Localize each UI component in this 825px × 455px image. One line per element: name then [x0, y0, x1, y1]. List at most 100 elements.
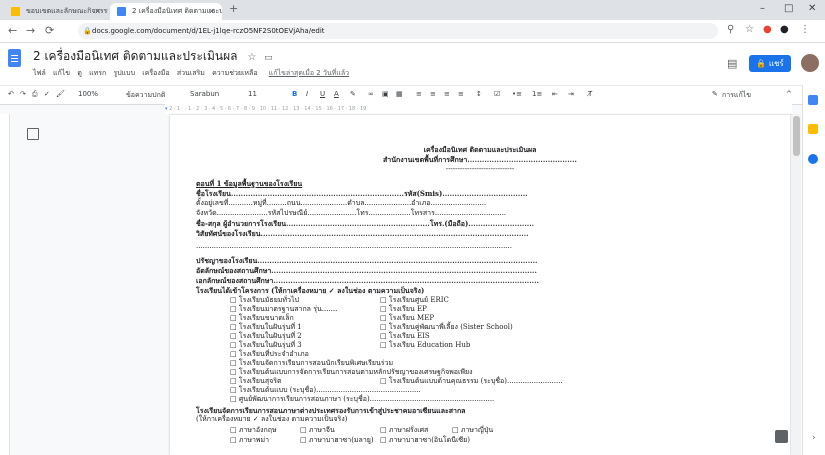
checkbox-item[interactable]: □ โรงเรียน MEP [380, 314, 434, 323]
bulleted-list-icon[interactable]: •≡ [512, 90, 522, 98]
decrease-indent-icon[interactable]: ⇤ [552, 90, 558, 98]
comment-icon[interactable]: ▣ [382, 90, 389, 98]
language-checkbox[interactable]: □ ภาษาจีน [300, 426, 335, 435]
checkbox-item[interactable]: □ ศูนย์พัฒนาการเรียนการสอนภาษา (ระบุชื่อ… [230, 395, 494, 404]
zoom-icon[interactable]: ⚲ [727, 24, 734, 35]
document-page[interactable]: เครื่องมือนิเทศ ติดตามและประเมินผล สำนัก… [170, 115, 790, 455]
browser-tab-2-active[interactable]: 2 เครื่องมือนิเทศ ติดตามและประเมินผล ✕ [110, 3, 222, 20]
indent-marker-icon[interactable]: ▾ [165, 106, 168, 112]
reload-icon[interactable]: ⟳ [45, 24, 54, 37]
document-title[interactable]: 2 เครื่องมือนิเทศ ติดตามและประเมินผล ☆ ▭ [33, 47, 273, 66]
print-icon[interactable]: ⎙ [32, 90, 38, 99]
minimize-button[interactable]: – [760, 3, 765, 14]
font-select[interactable]: Sarabun [190, 90, 219, 98]
document-outline-icon[interactable] [27, 128, 39, 140]
checkbox-item[interactable]: □ โรงเรียนที่ประจำอำเภอ [230, 350, 309, 359]
redo-icon[interactable]: ↷ [20, 90, 26, 98]
browser-tab-bar: ขอบเขตและลักษณะกิจกรรม... ✕ 2 เครื่องมือ… [0, 0, 825, 20]
tasks-icon[interactable] [808, 154, 818, 164]
close-tab-icon[interactable]: ✕ [94, 3, 101, 20]
menu-file[interactable]: ไฟล์ [33, 69, 46, 77]
checkbox-item[interactable]: □ โรงเรียนต้นแบบการจัดการเรียนการสอนตามห… [230, 368, 473, 377]
scrollbar-thumb[interactable] [793, 116, 800, 156]
language-checkbox[interactable]: □ ภาษาพม่า [230, 436, 269, 445]
new-tab-button[interactable]: + [229, 2, 238, 15]
checkbox-item[interactable]: □ โรงเรียนมัธยมทั่วไป [230, 296, 299, 305]
checkbox-item[interactable]: □ โรงเรียนสุจริต [230, 377, 282, 386]
star-icon[interactable]: ☆ [247, 52, 256, 63]
zoom-select[interactable]: 100% [78, 90, 98, 98]
menu-format[interactable]: รูปแบบ [113, 69, 135, 77]
align-right-icon[interactable]: ≡ [444, 90, 450, 98]
checkbox-item[interactable]: □ โรงเรียนในฝันรุ่นที่ 3 [230, 341, 302, 350]
extension-icon[interactable]: ● [780, 24, 789, 35]
close-tab-icon[interactable]: ✕ [208, 3, 215, 20]
checkbox-item[interactable]: □ โรงเรียน EIS [380, 332, 430, 341]
checkbox-item[interactable]: □ โรงเรียนต้นแบบ (ระบุชื่อ).............… [230, 386, 421, 395]
last-edit-link[interactable]: แก้ไขล่าสุดเมื่อ 2 วันที่แล้ว [269, 69, 349, 77]
font-size-select[interactable]: 11 [248, 90, 257, 98]
extension-opera-icon[interactable]: ● [763, 24, 772, 35]
image-icon[interactable]: ▦ [396, 90, 403, 98]
link-icon[interactable]: ∞ [368, 90, 374, 98]
keep-icon[interactable] [808, 124, 818, 134]
avatar[interactable] [801, 54, 819, 72]
share-button[interactable]: 🔒 แชร์ [749, 55, 791, 72]
bold-button[interactable]: B [292, 90, 297, 98]
menu-view[interactable]: ดู [77, 69, 82, 77]
menu-addons[interactable]: ส่วนเสริม [177, 69, 205, 77]
menu-insert[interactable]: แทรก [89, 69, 106, 77]
editing-mode-select[interactable]: การแก้ไข [722, 90, 751, 101]
line-spacing-icon[interactable]: ↕ [476, 90, 482, 98]
checkbox-item[interactable]: □ โรงเรียนคู่พัฒนาพี่เลี้ยง (Sister Scho… [380, 323, 513, 332]
checkbox-item[interactable]: □ โรงเรียนในฝันรุ่นที่ 2 [230, 332, 302, 341]
language-checkbox[interactable]: □ ภาษาอังกฤษ [230, 426, 277, 435]
underline-button[interactable]: U [320, 90, 325, 98]
align-left-icon[interactable]: ≡ [416, 90, 422, 98]
text-color-button[interactable]: A [334, 90, 339, 98]
expand-side-panel-icon[interactable]: › [812, 433, 816, 443]
numbered-list-icon[interactable]: 1≡ [532, 90, 542, 98]
checkbox-item[interactable]: □ โรงเรียนต้นแบบด้านคุณธรรม (ระบุชื่อ)..… [380, 377, 563, 386]
align-center-icon[interactable]: ≡ [430, 90, 436, 98]
language-checkbox[interactable]: □ ภาษาฝรั่งเศส [380, 426, 428, 435]
align-justify-icon[interactable]: ≡ [458, 90, 464, 98]
increase-indent-icon[interactable]: ⇥ [568, 90, 574, 98]
highlight-icon[interactable]: ✎ [350, 90, 356, 98]
checkbox-item[interactable]: □ โรงเรียน Education Hub [380, 341, 470, 350]
checkbox-item[interactable]: □ โรงเรียนในฝันรุ่นที่ 1 [230, 323, 302, 332]
maximize-button[interactable]: □ [784, 3, 793, 14]
bookmark-star-icon[interactable]: ☆ [745, 24, 754, 35]
checkbox-item[interactable]: □ โรงเรียนศูนย์ ERIC [380, 296, 449, 305]
checklist-icon[interactable]: ☑ [494, 90, 500, 98]
browser-tab-1[interactable]: ขอบเขตและลักษณะกิจกรรม... ✕ [4, 3, 108, 20]
language-checkbox[interactable]: □ ภาษาญี่ปุ่น [452, 426, 493, 435]
menu-tools[interactable]: เครื่องมือ [142, 69, 169, 77]
clear-format-icon[interactable]: T̸ [588, 90, 592, 98]
collapse-toolbar-icon[interactable]: ^ [786, 90, 792, 98]
url-input[interactable]: 🔒 docs.google.com/document/d/1EL-j1lqe-r… [78, 23, 718, 39]
paint-format-icon[interactable]: 🖌 [56, 90, 65, 98]
calendar-icon[interactable] [808, 95, 818, 105]
move-folder-icon[interactable]: ▭ [264, 53, 273, 63]
language-checkbox[interactable]: □ ภาษาบาฮาซา(มลายู) [300, 436, 374, 445]
checkbox-item[interactable]: □ โรงเรียนจัดการเรียนการสอนนักเรียนพิเศษ… [230, 359, 393, 368]
back-icon[interactable]: ← [8, 24, 17, 37]
vertical-scrollbar[interactable] [792, 114, 801, 455]
docs-logo-icon[interactable] [8, 49, 21, 67]
checkbox-item[interactable]: □ โรงเรียนขนาดเล็ก [230, 314, 294, 323]
language-checkbox[interactable]: □ ภาษาบาฮาซา(อินโดนีเซีย) [380, 436, 470, 445]
style-select[interactable]: ข้อความปกติ [126, 90, 165, 101]
undo-icon[interactable]: ↶ [8, 90, 14, 98]
italic-button[interactable]: I [306, 90, 308, 98]
comments-icon[interactable]: ▤ [727, 57, 737, 70]
more-menu-icon[interactable]: ⋮ [800, 24, 810, 35]
close-window-button[interactable]: ✕ [808, 3, 816, 14]
spellcheck-icon[interactable]: ✓ [44, 90, 50, 98]
explore-button[interactable] [775, 430, 788, 443]
forward-icon[interactable]: → [26, 24, 35, 37]
checkbox-item[interactable]: □ โรงเรียน EP [380, 305, 427, 314]
menu-help[interactable]: ความช่วยเหลือ [212, 69, 257, 77]
checkbox-item[interactable]: □ โรงเรียนมาตรฐานสากล รุ่น....... [230, 305, 337, 314]
menu-edit[interactable]: แก้ไข [53, 69, 70, 77]
